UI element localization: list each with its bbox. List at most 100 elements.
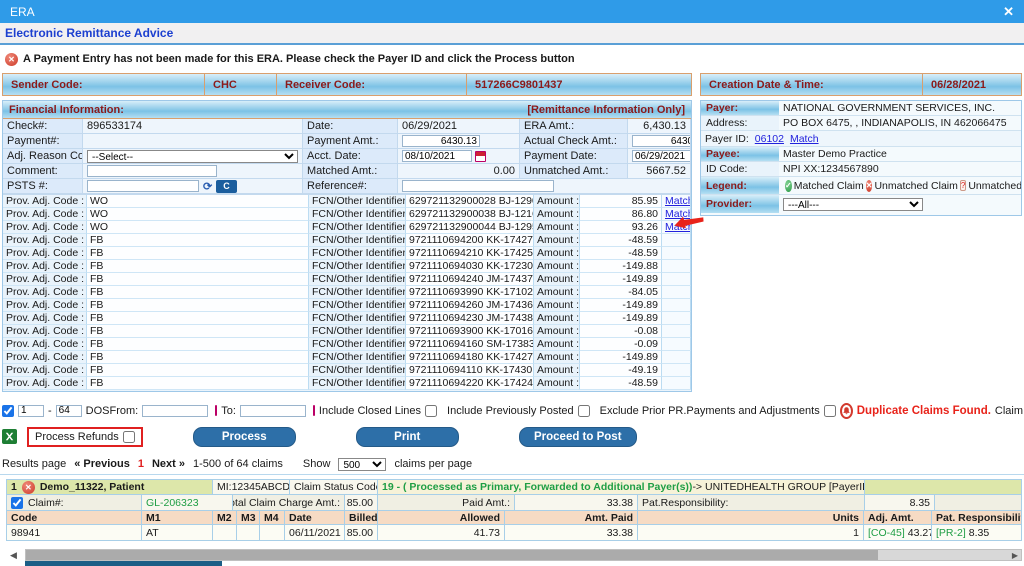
legend-unmatched-line-text: Unmatched L — [968, 180, 1021, 192]
prov-adj-row: Prov. Adj. Code :WOFCN/Other Identifier1… — [3, 208, 691, 221]
psts-input[interactable] — [87, 180, 199, 192]
c-button[interactable]: C — [216, 180, 237, 193]
prov-adj-code-label: Prov. Adj. Code : — [3, 260, 87, 273]
payer-id-match-link[interactable]: Match — [790, 133, 819, 145]
provider-select[interactable]: ---All--- — [783, 198, 923, 211]
previous-page-link[interactable]: « Previous — [74, 458, 130, 470]
calendar-icon[interactable] — [475, 151, 486, 162]
prov-adj-row: Prov. Adj. Code :FBFCN/Other Identifier1… — [3, 364, 691, 377]
fcn-identifier-label: FCN/Other Identifier4 : — [309, 247, 406, 260]
amount-label: Amount : — [534, 247, 580, 260]
claims-count: 1-500 of 64 claims — [193, 458, 283, 470]
claim-checkbox[interactable] — [11, 497, 23, 509]
service-billed: 85.00 — [345, 525, 378, 541]
payment-date-label: Payment Date: — [520, 149, 628, 164]
filter-row: - DOSFrom: To: Include Closed Lines Incl… — [2, 401, 1022, 420]
actual-check-amt-input[interactable] — [632, 135, 691, 147]
fcn-identifier-label: FCN/Other Identifier2 : — [309, 221, 406, 234]
match-link[interactable]: Matched — [665, 195, 691, 207]
sender-code-label: Sender Code: — [2, 73, 205, 96]
fcn-identifier-label: FCN/Other Identifier3 : — [309, 312, 406, 325]
amount-value: -48.59 — [580, 234, 662, 247]
address-value: PO BOX 6475, , INDIANAPOLIS, IN 46206647… — [779, 116, 1021, 130]
horizontal-scrollbar[interactable]: ▶ — [25, 549, 1022, 561]
comment-input[interactable] — [87, 165, 217, 177]
prov-adj-code-value: FB — [87, 247, 309, 260]
scroll-right-arrow[interactable]: ▶ — [1012, 551, 1018, 560]
include-posted-checkbox[interactable] — [578, 405, 590, 417]
amount-label: Amount : — [534, 338, 580, 351]
page-heading-strip: Electronic Remittance Advice — [0, 23, 1024, 45]
payer-label: Payer: — [701, 101, 779, 115]
service-column-header: Pat. Responsibility — [932, 511, 1022, 525]
claim-summary-row: Claim#: GL-206323 Total Claim Charge Amt… — [6, 495, 1022, 511]
prov-adj-row: Prov. Adj. Code :FBFCN/Other Identifier5… — [3, 338, 691, 351]
per-page-select[interactable]: 500 — [338, 458, 386, 471]
process-button[interactable]: Process — [193, 427, 296, 447]
current-page[interactable]: 1 — [138, 458, 144, 470]
fcn-identifier-label: FCN/Other Identifier0 : — [309, 273, 406, 286]
exclude-prior-label: Exclude Prior PR.Payments and Adjustment… — [600, 405, 820, 417]
prov-adj-row: Prov. Adj. Code :FBFCN/Other Identifier2… — [3, 299, 691, 312]
payment-amt-input[interactable] — [402, 135, 480, 147]
fcn-identifier-value: 9721110694110 KK-174301 — [406, 364, 534, 377]
print-button[interactable]: Print — [356, 427, 459, 447]
select-all-checkbox[interactable] — [2, 405, 14, 417]
acct-date-input[interactable] — [402, 150, 472, 162]
amount-label: Amount : — [534, 351, 580, 364]
include-closed-checkbox[interactable] — [425, 405, 437, 417]
payer-id-link[interactable]: 06102 — [755, 133, 784, 145]
prov-adj-code-value: WO — [87, 208, 309, 221]
dos-from-input[interactable] — [142, 405, 208, 417]
prov-adj-code-label: Prov. Adj. Code : — [3, 338, 87, 351]
empty-cell — [935, 495, 1022, 511]
calendar-icon[interactable] — [215, 405, 217, 416]
claim-number-value[interactable]: GL-206323 — [142, 495, 233, 511]
next-page-link[interactable]: Next » — [152, 458, 185, 470]
reference-input[interactable] — [402, 180, 554, 192]
payment-date-input[interactable] — [632, 150, 691, 162]
amount-value: -149.89 — [580, 273, 662, 286]
claim-table: 1 ✕ Demo_11322, Patient MI:12345ABCD Cla… — [6, 479, 1022, 541]
proceed-to-post-button[interactable]: Proceed to Post — [519, 427, 637, 447]
divider — [0, 474, 1024, 475]
payer-value: NATIONAL GOVERNMENT SERVICES, INC. — [779, 101, 1021, 115]
payer-panel: Payer: NATIONAL GOVERNMENT SERVICES, INC… — [700, 100, 1022, 216]
error-icon: ✕ — [5, 53, 18, 66]
prov-adj-code-value: FB — [87, 325, 309, 338]
fcn-identifier-value: 9721110693900 KK-170163 — [406, 325, 534, 338]
match-link-cell — [662, 312, 691, 325]
service-column-header: Allowed — [378, 511, 505, 525]
prov-adj-code-value: FB — [87, 364, 309, 377]
close-icon[interactable]: ✕ — [1003, 4, 1014, 20]
range-to-input[interactable] — [56, 405, 82, 417]
prov-adj-row: Prov. Adj. Code :FBFCN/Other Identifier3… — [3, 312, 691, 325]
fcn-identifier-value: 9721110694210 KK-174258 — [406, 247, 534, 260]
service-column-header: Date — [285, 511, 345, 525]
check-number-label: Check#: — [3, 119, 83, 134]
export-excel-icon[interactable] — [2, 429, 17, 444]
fcn-identifier-value: 9721110694200 KK-174270 — [406, 234, 534, 247]
refresh-icon[interactable]: ⟳ — [203, 180, 212, 193]
payee-value: Master Demo Practice — [779, 147, 1021, 161]
amount-value: 85.95 — [580, 195, 662, 208]
exclude-prior-checkbox[interactable] — [824, 405, 836, 417]
process-refunds-checkbox[interactable] — [123, 431, 135, 443]
fcn-identifier-label: FCN/Other Identifier5 : — [309, 338, 406, 351]
fcn-identifier-label: FCN/Other Identifier0 : — [309, 351, 406, 364]
prov-adj-row: Prov. Adj. Code :WOFCN/Other Identifier2… — [3, 221, 691, 234]
scrollbar-thumb[interactable] — [26, 550, 878, 560]
match-link-cell — [662, 260, 691, 273]
fcn-identifier-value: 9721110694240 JM-174378 — [406, 273, 534, 286]
dos-to-input[interactable] — [240, 405, 306, 417]
calendar-icon[interactable] — [313, 405, 315, 416]
empty-cell — [865, 479, 1022, 495]
prov-adj-code-value: FB — [87, 338, 309, 351]
scroll-left-arrow[interactable]: ◀ — [10, 550, 17, 561]
amount-value: 86.80 — [580, 208, 662, 221]
adj-reason-code-select[interactable]: --Select-- — [87, 150, 298, 163]
fcn-identifier-value: 629721132900028 BJ-129020 — [406, 195, 534, 208]
prov-adj-code-label: Prov. Adj. Code : — [3, 208, 87, 221]
unmatched-claim-icon: ✕ — [866, 180, 873, 192]
range-from-input[interactable] — [18, 405, 44, 417]
